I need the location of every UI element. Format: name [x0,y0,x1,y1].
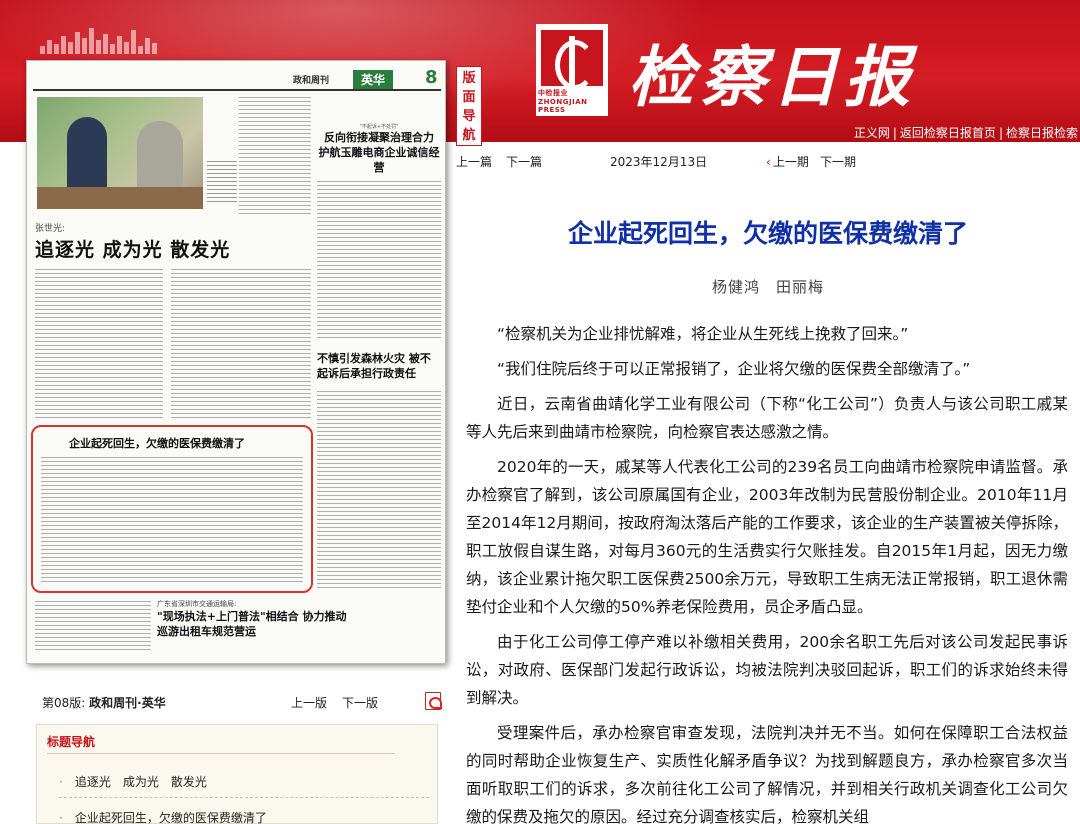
title-nav-heading: 标题导航 [47,735,96,749]
text-block [239,97,311,217]
masthead-title: 检察日报 [628,38,916,116]
article-paragraph: 2020年的一天，戚某等人代表化工公司的239名员工向曲靖市检察院申请监督。承办… [466,458,1068,616]
edition-bar: 第08版: 政和周刊·英华 上一版 下一版 [36,690,446,712]
preview-story-title-1[interactable]: 追逐光 成为光 散发光 [35,235,230,262]
text-block [35,269,163,419]
next-article-link[interactable]: 下一篇 [506,153,542,170]
text-block [35,601,151,651]
skyline-decoration [40,28,160,54]
preview-highlight-title: 企业起死回生，欠缴的医保费缴清了 [69,437,245,450]
preview-tag: 英华 [353,70,394,89]
next-edition-link[interactable]: 下一版 [342,694,378,711]
issue-date: 2023年12月13日 [610,155,708,169]
prev-issue-label: 上一期 [772,155,809,169]
preview-right-sub: "不起诉+不处罚" [359,124,399,130]
divider [47,753,395,754]
arrow-icon: ‹ [766,155,771,169]
title-nav-item[interactable]: · 企业起死回生，欠缴的医保费缴清了 [59,809,429,824]
photo-table [37,187,203,209]
bullet-icon: · [59,775,63,789]
preview-header: 政和周刊 英华 8 [33,67,441,91]
title-nav-item-label: 追逐光 成为光 散发光 [74,775,207,789]
article-paragraph: 由于化工公司停工停产难以补缴相关费用，200余名职工先后对该公司发起民事诉讼，对… [466,633,1068,707]
article-paragraph: 受理案件后，承办检察官审查发现，法院判决并无不当。如何在保障职工合法权益的同时帮… [466,724,1068,824]
article-navigation: 上一篇 下一篇 2023年12月13日 ‹ 上一期 下一期 [456,150,1080,172]
title-navigation: 标题导航 · 追逐光 成为光 散发光 · 企业起死回生，欠缴的医保费缴清了 [36,724,438,824]
preview-right-headline[interactable]: "不起诉+不处罚" 反向衔接凝聚治理合力 护航玉雕电商企业诚信经营 [317,123,441,175]
preview-mid-title[interactable]: 不慎引发森林火灾 被不起诉后承担行政责任 [317,351,441,381]
title-nav-item-label: 企业起死回生，欠缴的医保费缴清了 [74,811,267,824]
photo-person-2 [137,121,183,197]
logo-text: 中检报业 ZHONGJIAN PRESS [538,89,588,114]
link-search[interactable]: 检察日报检索 [1006,126,1078,140]
edition-label: 第08版: 政和周刊·英华 [42,694,166,711]
photo-person-1 [67,117,107,197]
title-nav-item[interactable]: · 追逐光 成为光 散发光 [59,773,429,790]
article-paragraph: 近日，云南省曲靖化学工业有限公司（下称“化工公司”）负责人与该公司职工戚某等人先… [466,395,1068,441]
article-body: “检察机关为企业排忧解难，将企业从生死线上挽救了回来。” “我们住院后终于可以正… [466,320,1068,824]
next-issue-link[interactable]: 下一期 [820,153,856,170]
bullet-icon: · [59,811,63,824]
header-links: 正义网 | 返回检察日报首页 | 检察日报检索 [853,126,1078,140]
text-block [171,269,311,419]
prev-issue-link[interactable]: ‹ 上一期 [766,153,809,170]
publisher-logo[interactable]: 中检报业 ZHONGJIAN PRESS [536,24,608,116]
text-block [317,181,441,341]
link-zhengyi[interactable]: 正义网 [854,126,890,140]
prev-article-link[interactable]: 上一篇 [456,153,492,170]
emblem-icon [541,30,603,90]
preview-bottom-title[interactable]: "现场执法+上门普法"相结合 协力推动巡游出租车规范营运 [157,609,357,639]
edition-name: 政和周刊·英华 [89,696,166,710]
newspaper-page-preview[interactable]: 政和周刊 英华 8 张世光: 追逐光 成为光 散发光 "不起诉+不处罚" 反向衔… [26,60,446,664]
side-tab-label: 版面导航 [462,71,476,143]
preview-right-title: 反向衔接凝聚治理合力 护航玉雕电商企业诚信经营 [318,131,440,174]
preview-section-name: 政和周刊 [293,76,330,86]
preview-bottom-sub: 广东省深圳市交通运输局: [157,600,237,608]
preview-photo[interactable] [37,97,203,209]
article-authors: 杨健鸿 田丽梅 [711,278,824,296]
article-title: 企业起死回生，欠缴的医保费缴清了 [567,219,968,248]
article-paragraph: “检察机关为企业排忧解难，将企业从生死线上挽救了回来。” [497,325,909,343]
side-tab-page-nav[interactable]: 版面导航 [456,66,482,146]
pdf-icon[interactable] [425,692,442,710]
preview-person-name: 张世光: [35,224,66,234]
divider [59,797,429,798]
prev-edition-link[interactable]: 上一版 [291,694,327,711]
photo-caption-lines [207,161,237,205]
edition-number: 第08版: [42,696,86,710]
link-home[interactable]: 返回检察日报首页 [900,126,996,140]
preview-highlighted-article[interactable]: 企业起死回生，欠缴的医保费缴清了 [31,425,313,593]
text-block [317,391,441,591]
text-block [41,457,303,585]
preview-page-number: 8 [425,67,438,88]
article-paragraph: “我们住院后终于可以正常报销了，企业将欠缴的医保费全部缴清了。” [497,360,971,378]
